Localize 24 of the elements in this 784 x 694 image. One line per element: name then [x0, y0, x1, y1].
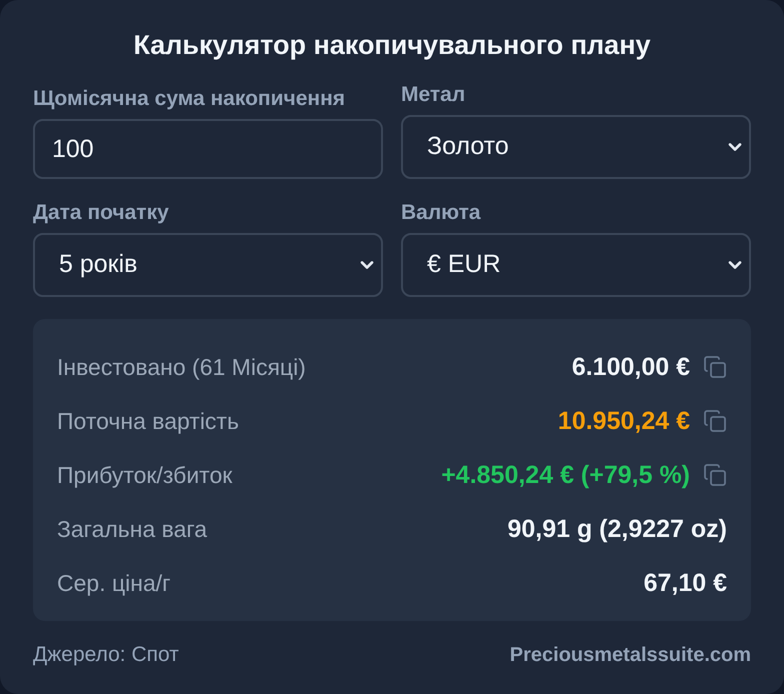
- field-label: Дата початку: [33, 200, 170, 226]
- result-label: Прибуток/збиток: [57, 461, 232, 489]
- copy-icon[interactable]: [703, 409, 727, 433]
- result-value: 67,10 €: [644, 568, 727, 598]
- copy-icon[interactable]: [703, 463, 727, 487]
- result-label: Загальна вага: [57, 515, 208, 543]
- site-link[interactable]: Preciousmetalssuite.com: [510, 642, 751, 668]
- amount-input[interactable]: 100: [33, 119, 383, 179]
- field-label: Щомісячна сума накопичення: [33, 86, 346, 112]
- dropdown-select[interactable]: Золото: [401, 115, 751, 179]
- result-label: Інвестовано (61 Місяці): [57, 353, 306, 381]
- result-label: Поточна вартість: [57, 407, 239, 435]
- source-note: Джерело: Спот: [33, 642, 179, 668]
- dropdown-select[interactable]: € EUR: [401, 233, 751, 297]
- calculator-title: Калькулятор накопичувального плану: [132, 29, 652, 62]
- result-value: 90,91 g (2,9227 oz): [507, 514, 727, 544]
- field-label: Валюта: [401, 200, 482, 226]
- result-label: Сер. ціна/г: [57, 569, 171, 597]
- copy-icon[interactable]: [703, 355, 727, 379]
- result-value: 10.950,24 €: [558, 406, 690, 436]
- result-value: +4.850,24 € (+79,5 %): [441, 460, 690, 490]
- field-label: Метал: [401, 82, 466, 108]
- result-value: 6.100,00 €: [572, 352, 690, 382]
- dropdown-select[interactable]: 5 років: [33, 233, 383, 297]
